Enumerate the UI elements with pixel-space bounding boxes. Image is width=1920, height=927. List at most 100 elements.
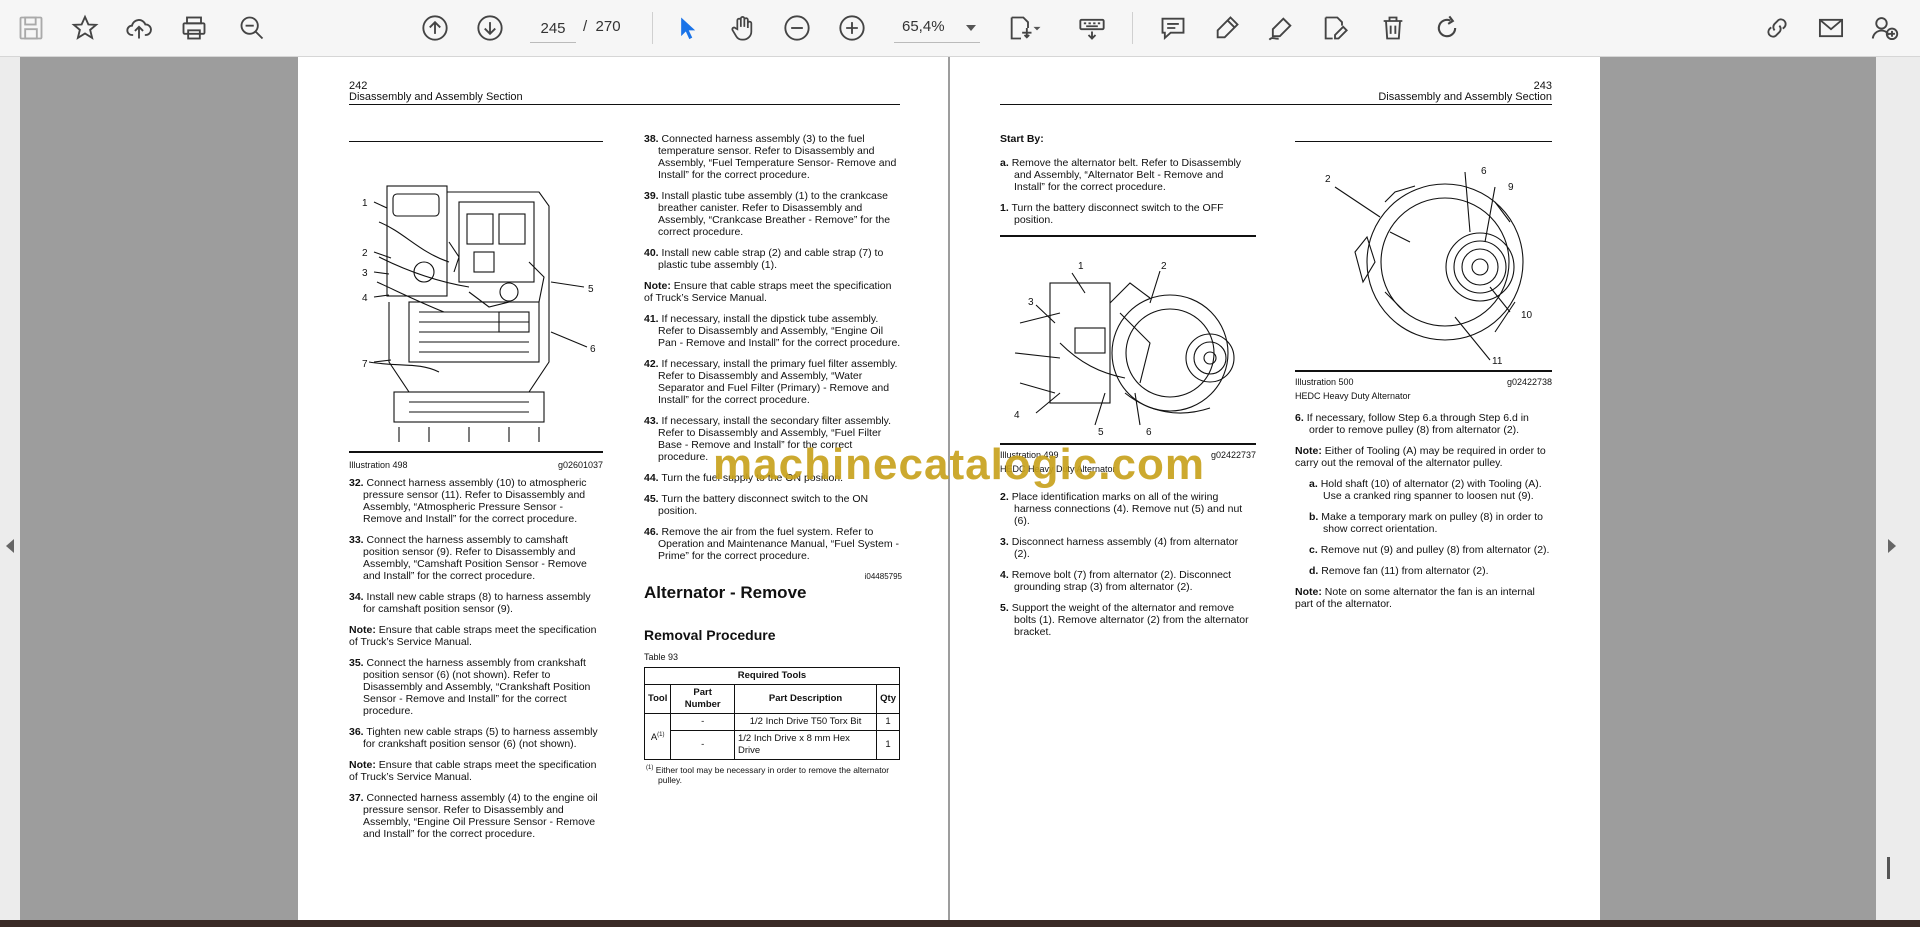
email-icon[interactable] [1814, 11, 1848, 45]
zoom-level-select[interactable]: 65,4% [894, 14, 980, 43]
step-item: d. Remove fan (11) from alternator (2). [1309, 565, 1489, 577]
step-item: 2. Place identification marks on all of … [1000, 491, 1243, 527]
step-item: c. Remove nut (9) and pulley (8) from al… [1309, 544, 1550, 556]
previous-page-icon[interactable] [418, 11, 452, 45]
add-user-icon[interactable] [1868, 11, 1902, 45]
tool-cell: A(1) [643, 713, 672, 760]
right-column-1: Start By: a. Remove the alternator belt.… [1000, 133, 1256, 647]
required-tools-table: Required Tools Tool Part Number Part Des… [643, 667, 900, 760]
zoom-level-value: 65,4% [902, 18, 945, 35]
table-header: Qty [876, 684, 900, 714]
svg-text:6: 6 [1146, 427, 1152, 438]
alternator-mounting-illustration: 1 2 3 4 5 6 [1014, 261, 1235, 438]
step-item: 33. Connect the harness assembly to cams… [349, 534, 587, 582]
page-number-input[interactable] [530, 14, 576, 43]
step-item: 39. Install plastic tube assembly (1) to… [644, 190, 891, 238]
step-item: 5. Support the weight of the alternator … [1000, 602, 1249, 638]
svg-text:4: 4 [362, 293, 368, 304]
trash-icon[interactable] [1376, 11, 1410, 45]
table-header: Part Number [670, 684, 735, 714]
step-item: 4. Remove bolt (7) from alternator (2). … [1000, 569, 1232, 593]
scrollbar-thumb[interactable] [1887, 857, 1890, 879]
keyboard-icon[interactable] [1075, 11, 1109, 45]
note: Note: Ensure that cable straps meet the … [349, 624, 597, 648]
step-item: 36. Tighten new cable straps (5) to harn… [349, 726, 598, 750]
toolbar-divider [652, 12, 653, 44]
section-header: Disassembly and Assembly Section [1378, 91, 1552, 103]
subsection-heading: Removal Procedure [644, 627, 776, 643]
illustration-code: g02422738 [1506, 377, 1552, 387]
left-panel-toggle[interactable] [0, 57, 20, 920]
step-item: 6. If necessary, follow Step 6.a through… [1295, 412, 1529, 436]
table-cell: - [670, 713, 735, 731]
illustration-label: Illustration 500 [1295, 377, 1354, 387]
step-item: 46. Remove the air from the fuel system.… [644, 526, 900, 562]
svg-text:1: 1 [1078, 261, 1084, 272]
table-cell: 1/2 Inch Drive T50 Torx Bit [733, 713, 878, 731]
illustration-top-rule [349, 141, 603, 142]
illustration-caption: Illustration 500 g02422738 [1295, 376, 1552, 388]
fill-sign-icon[interactable] [1318, 11, 1352, 45]
draw-icon[interactable] [1264, 11, 1298, 45]
table-cell: 1 [876, 713, 900, 731]
share-link-icon[interactable] [1760, 11, 1794, 45]
illustration-label: Illustration 498 [349, 460, 408, 470]
step-item: 32. Connect harness assembly (10) to atm… [349, 477, 587, 525]
svg-text:2: 2 [1325, 174, 1331, 185]
step-item: 40. Install new cable strap (2) and cabl… [644, 247, 884, 271]
print-icon[interactable] [177, 11, 211, 45]
note: Note: Either of Tooling (A) may be requi… [1295, 445, 1546, 469]
table-row: A(1) - 1/2 Inch Drive T50 Torx Bit 1 [643, 713, 900, 760]
svg-text:3: 3 [362, 268, 368, 279]
table-row: - 1/2 Inch Drive x 8 mm Hex Drive 1 [645, 730, 900, 760]
illustration-title: HEDC Heavy Duty Alternator [1295, 391, 1411, 401]
illustration-bottom-rule [349, 451, 603, 453]
illustration-caption: Illustration 498 g02601037 [349, 459, 603, 471]
step-item: b. Make a temporary mark on pulley (8) i… [1309, 511, 1544, 535]
step-item: 1. Turn the battery disconnect switch to… [1000, 202, 1224, 226]
chevron-down-icon[interactable] [1030, 11, 1044, 45]
step-item: 37. Connected harness assembly (4) to th… [349, 792, 598, 840]
next-page-icon[interactable] [473, 11, 507, 45]
vertical-scrollbar[interactable] [1876, 57, 1920, 920]
steps-32-34: 32. Connect harness assembly (10) to atm… [349, 477, 603, 615]
chevron-down-icon [966, 25, 976, 31]
alternator-pulley-illustration: 2 6 9 10 11 [1325, 166, 1533, 367]
page-count: / 270 [583, 18, 621, 35]
table-header: Tool [643, 684, 672, 714]
cloud-upload-icon[interactable] [122, 11, 156, 45]
zoom-out-icon[interactable] [780, 11, 814, 45]
step-item: a. Remove the alternator belt. Refer to … [1000, 157, 1242, 193]
svg-text:10: 10 [1521, 310, 1533, 321]
step-item: 45. Turn the battery disconnect switch t… [644, 493, 869, 517]
comment-icon[interactable] [1156, 11, 1190, 45]
step-item: 3. Disconnect harness assembly (4) from … [1000, 536, 1239, 560]
svg-text:5: 5 [588, 284, 594, 295]
save-icon[interactable] [14, 11, 48, 45]
svg-text:4: 4 [1014, 410, 1020, 421]
bookmark-star-icon[interactable] [68, 11, 102, 45]
hand-tool-icon[interactable] [725, 11, 759, 45]
svg-text:6: 6 [590, 344, 596, 355]
taskbar-edge [0, 920, 1920, 927]
highlight-pen-icon[interactable] [1210, 11, 1244, 45]
section-header: Disassembly and Assembly Section [349, 91, 523, 103]
redo-icon[interactable] [1430, 11, 1464, 45]
engine-illustration: 1 2 3 4 5 6 7 [362, 185, 596, 442]
select-cursor-icon[interactable] [670, 11, 704, 45]
zoom-search-icon[interactable] [235, 11, 269, 45]
step-item: a. Hold shaft (10) of alternator (2) wit… [1309, 478, 1542, 502]
svg-text:9: 9 [1508, 182, 1514, 193]
svg-text:11: 11 [1492, 356, 1503, 367]
header-rule [349, 104, 900, 105]
toolbar-divider [1132, 12, 1133, 44]
note: Note: Ensure that cable straps meet the … [644, 280, 892, 304]
illustration-code: g02422737 [1210, 450, 1256, 460]
illustration-code: g02601037 [557, 460, 603, 470]
doc-code: i04485795 [864, 572, 902, 581]
table-cell: 1 [876, 730, 900, 760]
zoom-in-icon[interactable] [835, 11, 869, 45]
chevron-left-icon [6, 539, 14, 553]
start-by-label: Start By: [1000, 133, 1044, 145]
sub-steps: a. Hold shaft (10) of alternator (2) wit… [1295, 478, 1552, 577]
